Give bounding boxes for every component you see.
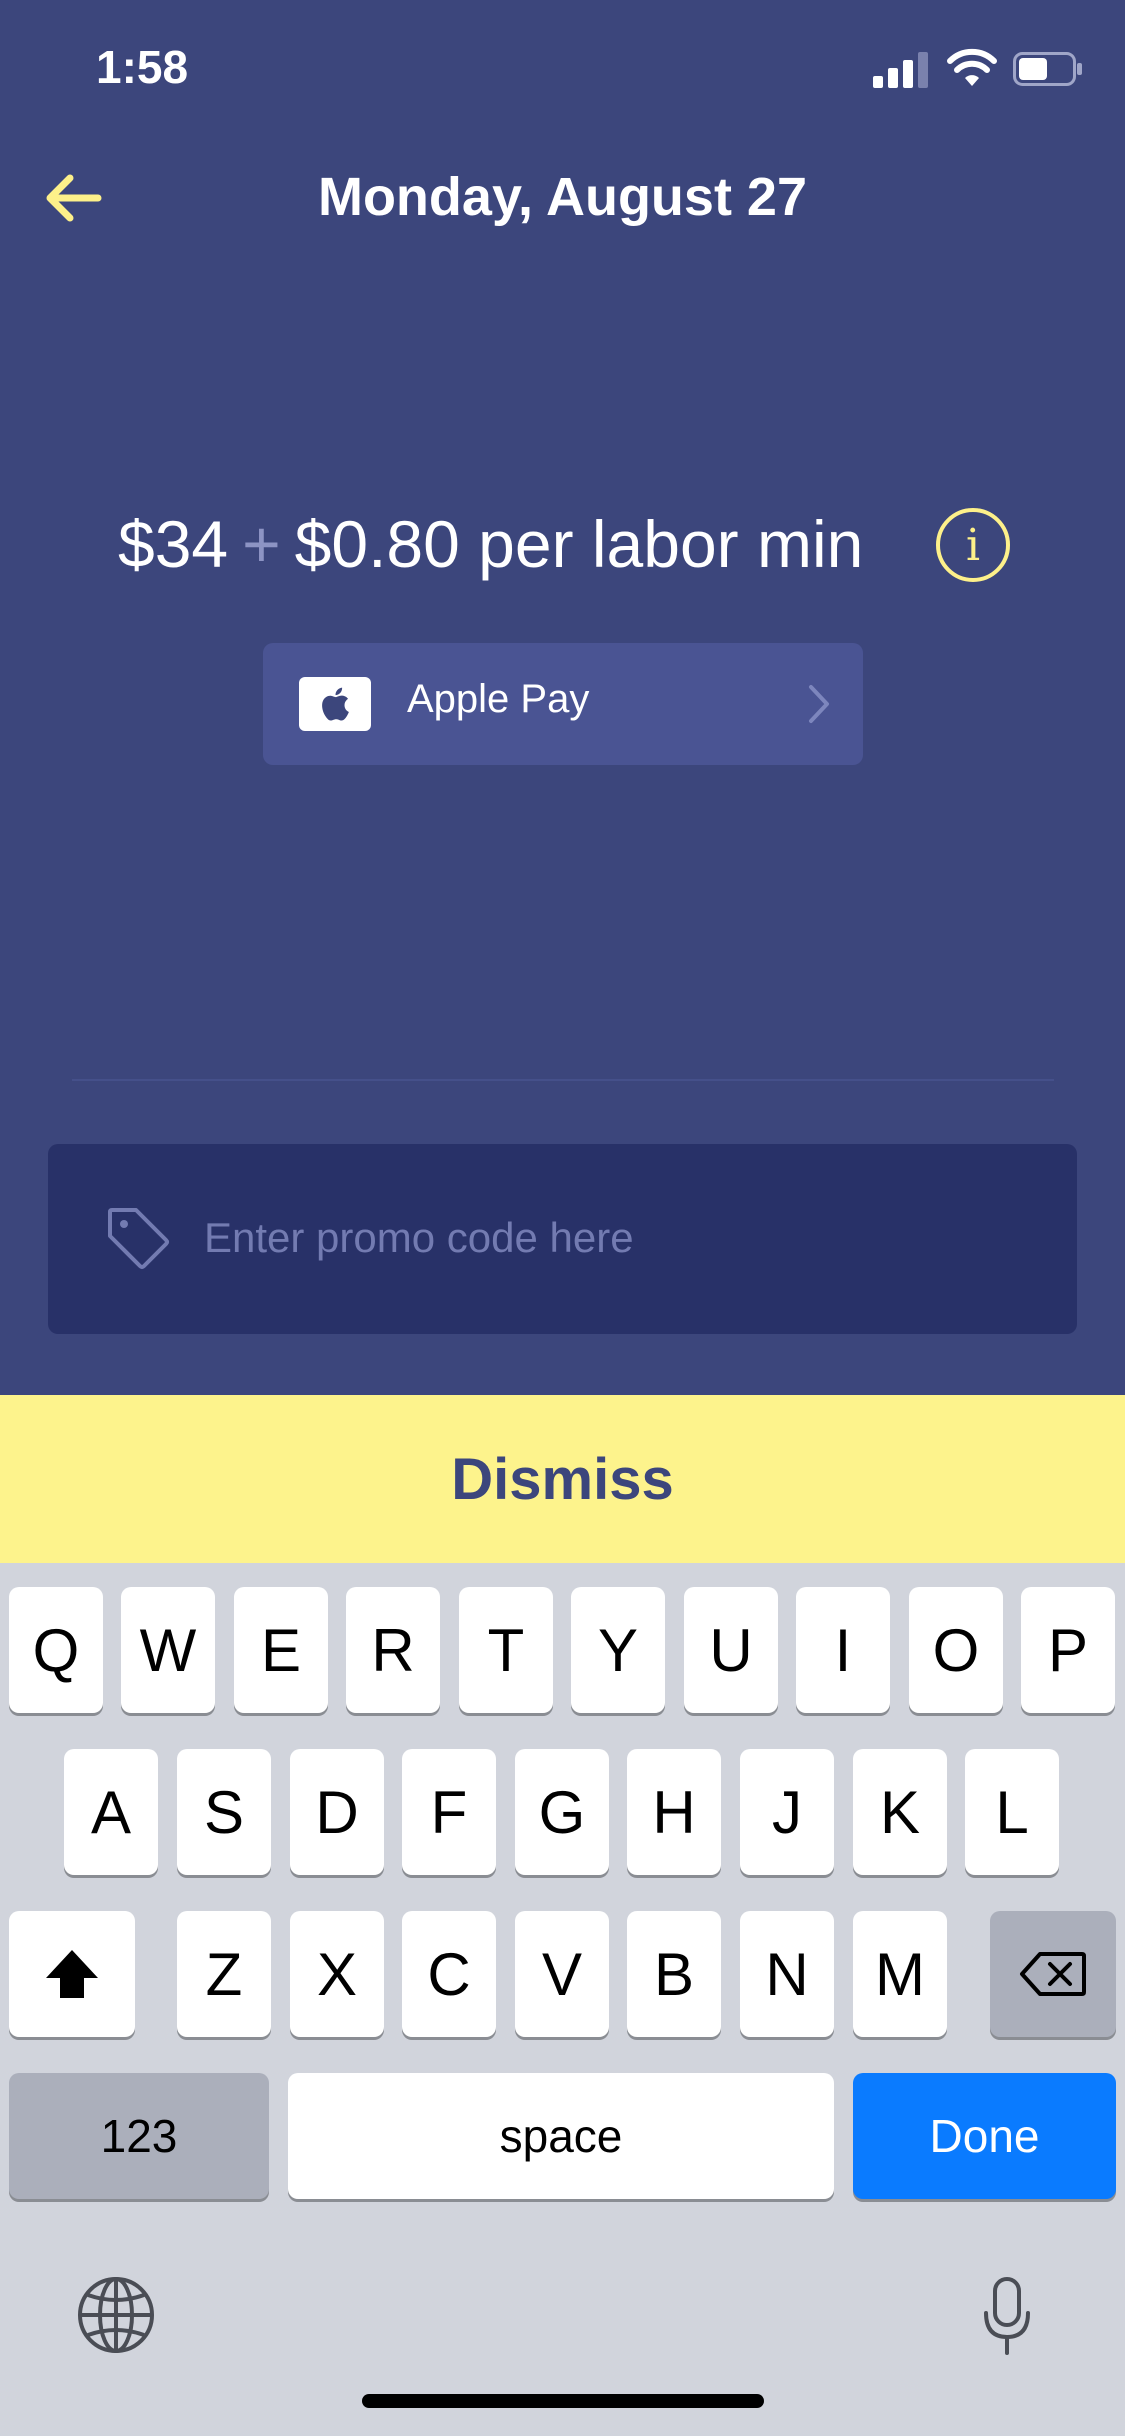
key-m[interactable]: M — [853, 1911, 947, 2037]
divider — [72, 1079, 1054, 1081]
dismiss-button[interactable]: Dismiss — [0, 1395, 1125, 1563]
key-k[interactable]: K — [853, 1749, 947, 1875]
backspace-icon — [1020, 1952, 1086, 1996]
info-button[interactable]: i — [936, 508, 1010, 582]
info-icon: i — [965, 519, 981, 571]
delete-key[interactable] — [990, 1911, 1116, 2037]
payment-method-label: Apple Pay — [407, 677, 590, 721]
key-g[interactable]: G — [515, 1749, 609, 1875]
status-time: 1:58 — [96, 41, 189, 93]
key-y[interactable]: Y — [571, 1587, 665, 1713]
app-screen: 1:58 Monday, August 27 $34 + $0.80 per l… — [0, 0, 1125, 2436]
payment-method-button[interactable]: Apple Pay — [263, 643, 863, 765]
shift-key[interactable] — [9, 1911, 135, 2037]
home-indicator[interactable] — [362, 2394, 764, 2408]
promo-code-input[interactable] — [204, 1206, 1024, 1270]
space-key[interactable]: space — [288, 2073, 834, 2199]
key-t[interactable]: T — [459, 1587, 553, 1713]
key-r[interactable]: R — [346, 1587, 440, 1713]
key-n[interactable]: N — [740, 1911, 834, 2037]
key-d[interactable]: D — [290, 1749, 384, 1875]
price-summary: $34 + $0.80 per labor min i — [0, 500, 1125, 590]
shift-icon — [46, 1950, 98, 1998]
tag-icon — [108, 1208, 169, 1269]
key-e[interactable]: E — [234, 1587, 328, 1713]
key-s[interactable]: S — [177, 1749, 271, 1875]
key-o[interactable]: O — [909, 1587, 1003, 1713]
key-p[interactable]: P — [1021, 1587, 1115, 1713]
numbers-key[interactable]: 123 — [9, 2073, 269, 2199]
key-b[interactable]: B — [627, 1911, 721, 2037]
base-price: $34 — [118, 507, 229, 581]
key-j[interactable]: J — [740, 1749, 834, 1875]
status-bar: 1:58 — [0, 0, 1125, 130]
key-c[interactable]: C — [402, 1911, 496, 2037]
key-l[interactable]: L — [965, 1749, 1059, 1875]
key-x[interactable]: X — [290, 1911, 384, 2037]
microphone-icon[interactable] — [982, 2277, 1032, 2357]
done-key[interactable]: Done — [853, 2073, 1116, 2199]
keyboard: Q W E R T Y U I O P A S D F G H J K L Z … — [0, 1563, 1125, 2436]
key-w[interactable]: W — [121, 1587, 215, 1713]
signal-icon — [873, 52, 928, 88]
labor-rate: $0.80 per labor min — [294, 507, 864, 581]
promo-code-field[interactable] — [48, 1144, 1077, 1334]
status-icons — [873, 48, 1083, 92]
key-v[interactable]: V — [515, 1911, 609, 2037]
dismiss-label: Dismiss — [451, 1446, 674, 1512]
key-a[interactable]: A — [64, 1749, 158, 1875]
wifi-icon — [947, 48, 997, 86]
page-title: Monday, August 27 — [317, 167, 808, 227]
apple-pay-badge — [299, 677, 371, 731]
key-q[interactable]: Q — [9, 1587, 103, 1713]
apple-icon — [322, 687, 349, 721]
key-f[interactable]: F — [402, 1749, 496, 1875]
key-z[interactable]: Z — [177, 1911, 271, 2037]
price-plus: + — [242, 507, 281, 581]
key-i[interactable]: I — [796, 1587, 890, 1713]
globe-icon[interactable] — [76, 2275, 156, 2355]
key-u[interactable]: U — [684, 1587, 778, 1713]
header: Monday, August 27 — [0, 150, 1125, 250]
price-text: $34 + $0.80 per labor min — [118, 506, 863, 582]
key-h[interactable]: H — [627, 1749, 721, 1875]
chevron-right-icon — [809, 685, 829, 723]
battery-icon — [1013, 52, 1082, 86]
